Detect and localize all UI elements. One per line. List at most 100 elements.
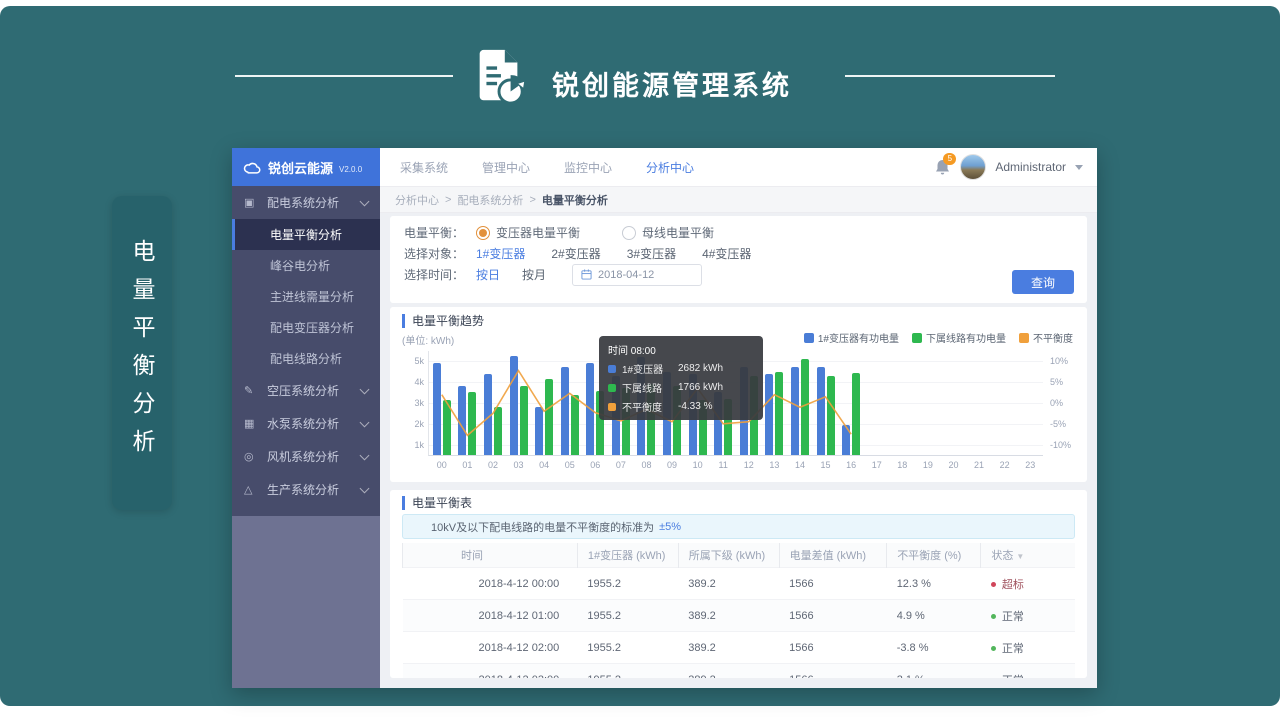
x-axis-tick: 18 — [897, 460, 907, 470]
x-axis-tick: 14 — [795, 460, 805, 470]
table-row: 2018-4-12 02:001955.2389.21566-3.8 %正常 — [403, 632, 1076, 664]
topnav-item-2[interactable]: 管理中心 — [476, 159, 530, 176]
time-mode-option[interactable]: 按日 — [476, 266, 500, 283]
filter-row-balance: 电量平衡： 变压器电量平衡母线电量平衡 — [404, 222, 1073, 243]
breadcrumb-item[interactable]: 配电系统分析 — [457, 192, 523, 208]
y-axis-tick-right: -5% — [1050, 419, 1066, 429]
notification-bell-icon[interactable]: 5 — [934, 158, 951, 176]
table-cell-status: 正常 — [981, 664, 1075, 679]
sidebar-group-4[interactable]: ◎风机系统分析 — [232, 440, 380, 473]
side-tab-label: 电量平衡分析 — [112, 196, 172, 510]
table-cell-time: 2018-4-12 01:00 — [403, 600, 578, 632]
tooltip-series-dot — [608, 365, 616, 373]
production-icon: △ — [244, 483, 260, 496]
user-name[interactable]: Administrator — [995, 160, 1066, 174]
trend-chart-card: 电量平衡趋势 (单位: kWh) 1#变压器有功电量下属线路有功电量不平衡度 时… — [390, 307, 1087, 482]
legend-label: 下属线路有功电量 — [926, 330, 1006, 345]
standard-notice-bar: 10kV及以下配电线路的电量不平衡度的标准为 ±5% — [402, 514, 1075, 539]
table-cell-status: 正常 — [981, 632, 1075, 664]
sidebar-item[interactable]: 主进线需量分析 — [232, 281, 380, 312]
table-title: 电量平衡表 — [402, 496, 1075, 510]
x-axis-tick: 22 — [1000, 460, 1010, 470]
status-dot — [991, 678, 996, 679]
table-cell-imbalance: 12.3 % — [887, 568, 981, 600]
x-axis-tick: 04 — [539, 460, 549, 470]
calendar-icon — [581, 269, 592, 280]
topnav-item-1[interactable]: 采集系统 — [394, 159, 448, 176]
y-axis-tick-left: 1k — [414, 440, 424, 450]
y-axis-tick-right: 0% — [1050, 398, 1063, 408]
table-cell-difference: 1566 — [779, 600, 887, 632]
x-axis-tick: 16 — [846, 460, 856, 470]
status-dot — [991, 582, 996, 587]
legend-swatch — [912, 333, 922, 343]
app-window: 锐创云能源 V2.0.0 ▣配电系统分析电量平衡分析峰谷电分析主进线需量分析配电… — [232, 148, 1097, 688]
balance-table-card: 电量平衡表 10kV及以下配电线路的电量不平衡度的标准为 ±5% 时间1#变压器… — [390, 490, 1087, 678]
table-cell-difference: 1566 — [779, 568, 887, 600]
table-row: 2018-4-12 01:001955.2389.215664.9 %正常 — [403, 600, 1076, 632]
table-cell-subordinate: 389.2 — [678, 664, 779, 679]
breadcrumb-separator: > — [445, 194, 451, 206]
sidebar-group-1[interactable]: ▣配电系统分析 — [232, 186, 380, 219]
x-axis-tick: 10 — [693, 460, 703, 470]
status-badge: 正常 — [1002, 643, 1024, 655]
chevron-down-icon — [360, 417, 370, 427]
filter-label-object: 选择对象： — [404, 245, 476, 262]
table-cell-status: 正常 — [981, 600, 1075, 632]
table-cell-time: 2018-4-12 02:00 — [403, 632, 578, 664]
table-cell-imbalance: 3.1 % — [887, 664, 981, 679]
x-axis-tick: 07 — [616, 460, 626, 470]
radio-option[interactable]: 变压器电量平衡 — [476, 224, 580, 241]
table-header-cell: 电量差值 (kWh) — [779, 543, 887, 568]
app-name: 锐创云能源 — [268, 158, 333, 177]
content-area: 电量平衡： 变压器电量平衡母线电量平衡 选择对象： 1#变压器2#变压器3#变压… — [380, 213, 1097, 688]
sidebar-item[interactable]: 电量平衡分析 — [232, 219, 380, 250]
topnav-item-3[interactable]: 监控中心 — [558, 159, 612, 176]
query-button[interactable]: 查询 — [1012, 270, 1074, 294]
table-row: 2018-4-12 03:001955.2389.215663.1 %正常 — [403, 664, 1076, 679]
legend-swatch — [804, 333, 814, 343]
compressor-icon: ✎ — [244, 384, 260, 397]
x-axis-tick: 08 — [641, 460, 651, 470]
avatar[interactable] — [960, 154, 986, 180]
time-mode-option[interactable]: 按月 — [522, 266, 546, 283]
radio-icon — [622, 226, 636, 240]
table-cell-difference: 1566 — [779, 664, 887, 679]
chart-tooltip: 时间 08:00 1#变压器2682 kWh下属线路1766 kWh不平衡度-4… — [599, 336, 763, 420]
y-axis-tick-left: 3k — [414, 398, 424, 408]
status-badge: 超标 — [1002, 579, 1024, 591]
legend-item[interactable]: 不平衡度 — [1019, 330, 1073, 345]
sidebar-group-2[interactable]: ✎空压系统分析 — [232, 374, 380, 407]
object-option[interactable]: 4#变压器 — [702, 245, 751, 262]
date-picker[interactable]: 2018-04-12 — [572, 264, 702, 286]
breadcrumb-separator: > — [529, 194, 535, 206]
sidebar-item[interactable]: 峰谷电分析 — [232, 250, 380, 281]
side-tab-text: 电量平衡分析 — [125, 239, 159, 467]
header-decoration-line-right — [845, 75, 1055, 77]
table-cell-imbalance: 4.9 % — [887, 600, 981, 632]
breadcrumb-item[interactable]: 分析中心 — [395, 192, 439, 208]
sidebar-group-3[interactable]: ▦水泵系统分析 — [232, 407, 380, 440]
chevron-down-icon — [360, 196, 370, 206]
app-sidebar: 锐创云能源 V2.0.0 ▣配电系统分析电量平衡分析峰谷电分析主进线需量分析配电… — [232, 148, 380, 688]
legend-item[interactable]: 下属线路有功电量 — [912, 330, 1006, 345]
sidebar-group-5[interactable]: △生产系统分析 — [232, 473, 380, 506]
x-axis-tick: 05 — [565, 460, 575, 470]
object-option[interactable]: 1#变压器 — [476, 245, 525, 262]
topnav-item-4[interactable]: 分析中心 — [640, 159, 694, 176]
chevron-down-icon[interactable] — [1075, 165, 1083, 170]
x-axis-tick: 00 — [437, 460, 447, 470]
legend-item[interactable]: 1#变压器有功电量 — [804, 330, 899, 345]
sidebar-group-label: 配电系统分析 — [267, 194, 361, 211]
sidebar-item[interactable]: 配电线路分析 — [232, 343, 380, 374]
sidebar-item[interactable]: 配电变压器分析 — [232, 312, 380, 343]
radio-label: 变压器电量平衡 — [496, 224, 580, 241]
table-header-status[interactable]: 状态▼ — [981, 543, 1075, 568]
object-option[interactable]: 2#变压器 — [551, 245, 600, 262]
x-axis-tick: 15 — [821, 460, 831, 470]
app-logo[interactable]: 锐创云能源 V2.0.0 — [232, 148, 380, 186]
x-axis-tick: 20 — [948, 460, 958, 470]
object-option[interactable]: 3#变压器 — [627, 245, 676, 262]
chart-legend: 1#变压器有功电量 下属线路有功电量不平衡度 — [804, 330, 1073, 345]
radio-option[interactable]: 母线电量平衡 — [622, 224, 714, 241]
